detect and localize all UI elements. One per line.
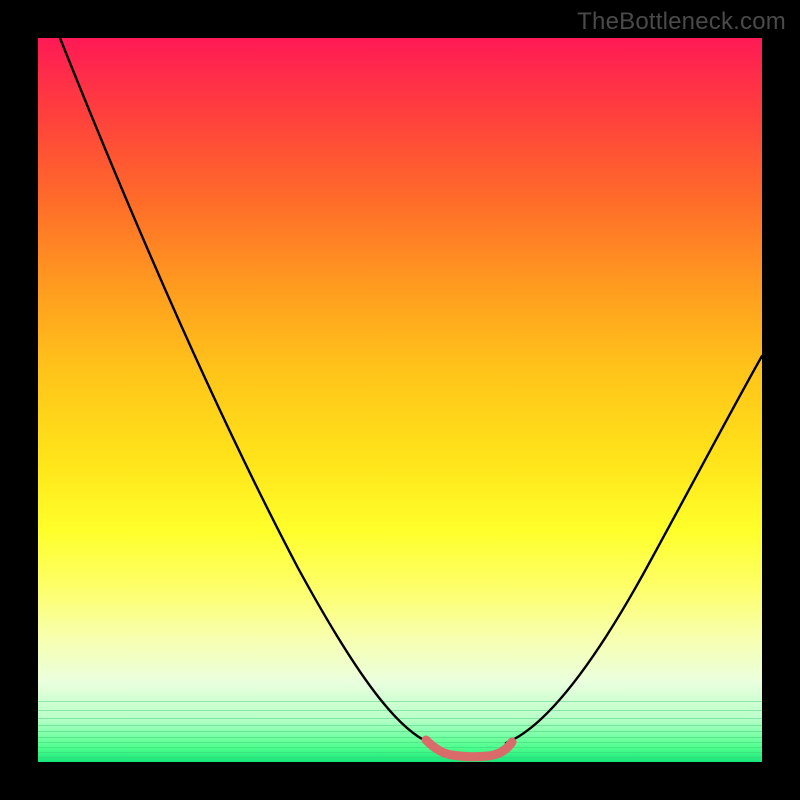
plot-area [38,38,762,762]
curve-left-descent [60,38,430,743]
bottleneck-curve-svg [38,38,762,762]
watermark-text: TheBottleneck.com [577,8,786,36]
chart-frame: TheBottleneck.com [0,0,800,800]
curve-right-ascent [506,356,762,743]
sweet-spot-segment [426,740,512,757]
